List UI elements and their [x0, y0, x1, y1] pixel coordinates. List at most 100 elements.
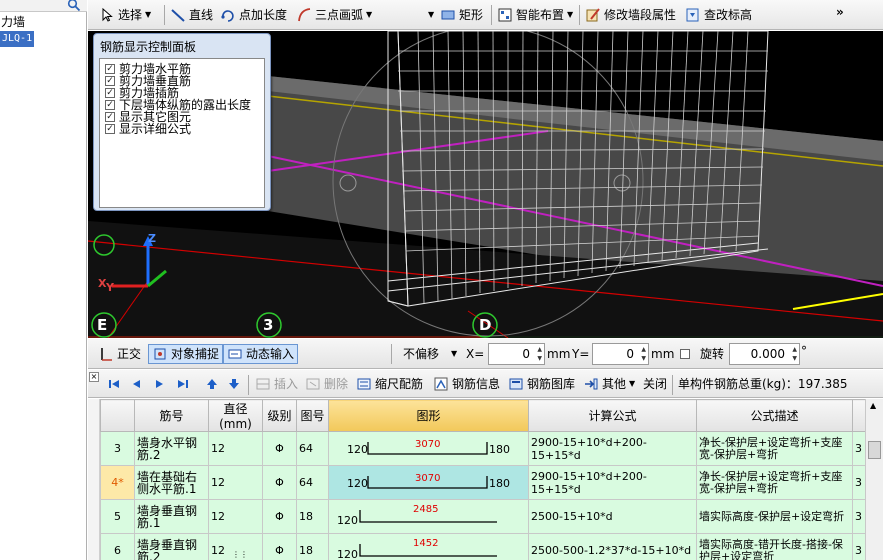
offset-mode-select[interactable]: 不偏移 ▼: [403, 344, 457, 364]
header-grade[interactable]: 级别: [262, 399, 297, 432]
cell-shape[interactable]: 120 1452: [328, 533, 529, 560]
cell-diameter[interactable]: 12: [208, 431, 263, 466]
cell-description[interactable]: 净长-保护层+设定弯折+支座宽-保护层+弯折: [696, 431, 853, 466]
table-row[interactable]: 6 墙身垂直钢筋.2 12 Φ 18 120 1452 2500-500-1.2…: [100, 533, 865, 560]
move-down-button[interactable]: [228, 374, 240, 394]
row-number[interactable]: 3: [100, 431, 135, 466]
checkbox-checked-icon[interactable]: ✓: [105, 112, 115, 122]
modify-wall-props-button[interactable]: 修改墙段属性: [585, 5, 676, 25]
row-number[interactable]: 5: [100, 499, 135, 534]
ortho-toggle[interactable]: 正交: [98, 344, 141, 364]
rebar-info-button[interactable]: 钢筋信息: [433, 374, 500, 394]
cell-bar-name[interactable]: 墙身水平钢筋.2: [134, 431, 209, 466]
search-icon[interactable]: [67, 0, 83, 12]
tree-item-jlq1[interactable]: JLQ-1: [0, 31, 35, 47]
scroll-up-icon[interactable]: ▲: [870, 401, 876, 410]
select-button[interactable]: 选择 ▼: [99, 5, 151, 25]
cell-figure-number[interactable]: 64: [296, 465, 329, 500]
delete-button[interactable]: 删除: [305, 374, 348, 394]
first-record-button[interactable]: [108, 374, 120, 394]
other-menu-button[interactable]: 其他 ▼: [583, 374, 635, 394]
cell-bar-name[interactable]: 墙身垂直钢筋.2: [134, 533, 209, 560]
row-number[interactable]: 4*: [100, 465, 135, 500]
object-snap-label: 对象捕捉: [171, 347, 220, 361]
cell-formula[interactable]: 2500-500-1.2*37*d-15+10*d: [528, 533, 697, 560]
chevron-down-icon: ▼: [366, 10, 373, 19]
cell-shape[interactable]: 120 3070 180: [328, 431, 529, 466]
object-snap-toggle[interactable]: 对象捕捉: [148, 344, 224, 364]
header-figure-number[interactable]: 图号: [296, 399, 329, 432]
insert-button[interactable]: 插入: [255, 374, 298, 394]
checkbox-checked-icon[interactable]: ✓: [105, 76, 115, 86]
cell-figure-number[interactable]: 64: [296, 431, 329, 466]
dynamic-input-icon: [227, 346, 243, 362]
header-description[interactable]: 公式描述: [696, 399, 853, 432]
table-vertical-scrollbar[interactable]: ▲: [865, 399, 883, 560]
line-button[interactable]: 直线: [170, 5, 213, 25]
cell-grade[interactable]: Φ: [262, 499, 297, 534]
checkbox-checked-icon[interactable]: ✓: [105, 64, 115, 74]
header-shape[interactable]: 图形: [328, 399, 529, 432]
panel-close-icon[interactable]: ×: [89, 372, 99, 382]
rect-button[interactable]: 矩形: [440, 5, 483, 25]
option-show-detailed-formula[interactable]: ✓ 显示详细公式: [105, 123, 191, 135]
checkbox-checked-icon[interactable]: ✓: [105, 88, 115, 98]
cell-grade[interactable]: Φ: [262, 533, 297, 560]
table-row[interactable]: 5 墙身垂直钢筋.1 12 Φ 18 120 2485 2500-15+10*d…: [100, 499, 865, 534]
cell-figure-number[interactable]: 18: [296, 499, 329, 534]
tree-item-wall-category[interactable]: 力墙: [0, 14, 25, 30]
cell-diameter[interactable]: 12: [208, 465, 263, 500]
dynamic-input-toggle[interactable]: 动态输入: [223, 344, 299, 364]
cell-extra[interactable]: 3: [852, 499, 865, 534]
cell-bar-name[interactable]: 墙在基础右侧水平筋.1: [134, 465, 209, 500]
cell-description[interactable]: 净长-保护层+设定弯折+支座宽-保护层+弯折: [696, 465, 853, 500]
cell-extra[interactable]: 3: [852, 465, 865, 500]
rebar-library-icon: [508, 376, 524, 392]
rotate-input[interactable]: 0.000: [729, 343, 800, 365]
scrollbar-thumb[interactable]: [868, 441, 881, 459]
next-record-button[interactable]: [154, 374, 166, 394]
prev-record-button[interactable]: [130, 374, 142, 394]
cell-bar-name[interactable]: 墙身垂直钢筋.1: [134, 499, 209, 534]
checkbox-unchecked-icon[interactable]: [680, 349, 690, 359]
cell-description[interactable]: 墙实际高度-错开长度-搭接-保护层+设定弯折: [696, 533, 853, 560]
cell-extra[interactable]: 3: [852, 533, 865, 560]
checkbox-checked-icon[interactable]: ✓: [105, 124, 115, 134]
header-diameter[interactable]: 直径(mm): [208, 399, 263, 432]
shape-dropdown[interactable]: ▼: [425, 5, 434, 25]
smart-layout-button[interactable]: 智能布置 ▼: [497, 5, 573, 25]
x-coord-input[interactable]: 0: [488, 343, 545, 365]
tree-search-bar[interactable]: [0, 0, 87, 12]
header-bar-number[interactable]: 筋号: [134, 399, 209, 432]
cell-formula[interactable]: 2500-15+10*d: [528, 499, 697, 534]
elevation-icon: [685, 7, 701, 23]
rebar-edit-toolbar: 插入 删除 缩尺配筋 钢筋信息 钢筋图库 其他 ▼ 关闭 单构件钢筋总重(kg)：…: [88, 370, 883, 398]
cell-description[interactable]: 墙实际高度-保护层+设定弯折: [696, 499, 853, 534]
cell-grade[interactable]: Φ: [262, 465, 297, 500]
cell-shape[interactable]: 120 3070 180: [328, 465, 529, 500]
cell-extra[interactable]: 3: [852, 431, 865, 466]
three-point-arc-button[interactable]: 三点画弧 ▼: [296, 5, 372, 25]
y-coord-input[interactable]: 0: [592, 343, 649, 365]
table-row[interactable]: 3 墙身水平钢筋.2 12 Φ 64 120 3070 180 2900-15+…: [100, 431, 865, 466]
toolbar-overflow-button[interactable]: »: [836, 2, 844, 22]
checkbox-checked-icon[interactable]: ✓: [105, 100, 115, 110]
scale-rebar-button[interactable]: 缩尺配筋: [356, 374, 423, 394]
point-length-button[interactable]: 点加长度: [220, 5, 287, 25]
table-row-selected[interactable]: 4* 墙在基础右侧水平筋.1 12 Φ 64 120 3070 180 2900…: [100, 465, 865, 500]
row-number[interactable]: 6: [100, 533, 135, 560]
last-record-button[interactable]: [177, 374, 189, 394]
cell-diameter[interactable]: 12: [208, 499, 263, 534]
cell-formula[interactable]: 2900-15+10*d+200-15+15*d: [528, 465, 697, 500]
cell-figure-number[interactable]: 18: [296, 533, 329, 560]
cell-shape[interactable]: 120 2485: [328, 499, 529, 534]
close-button[interactable]: 关闭: [643, 374, 667, 394]
rebar-library-button[interactable]: 钢筋图库: [508, 374, 575, 394]
cell-grade[interactable]: Φ: [262, 431, 297, 466]
cell-formula[interactable]: 2900-15+10*d+200-15+15*d: [528, 431, 697, 466]
horizontal-scroll-grip-icon[interactable]: ⋮⋮: [232, 551, 248, 559]
move-up-button[interactable]: [206, 374, 218, 394]
rotate-checkbox[interactable]: [680, 344, 694, 364]
modify-elevation-button[interactable]: 查改标高: [685, 5, 752, 25]
header-formula[interactable]: 计算公式: [528, 399, 697, 432]
